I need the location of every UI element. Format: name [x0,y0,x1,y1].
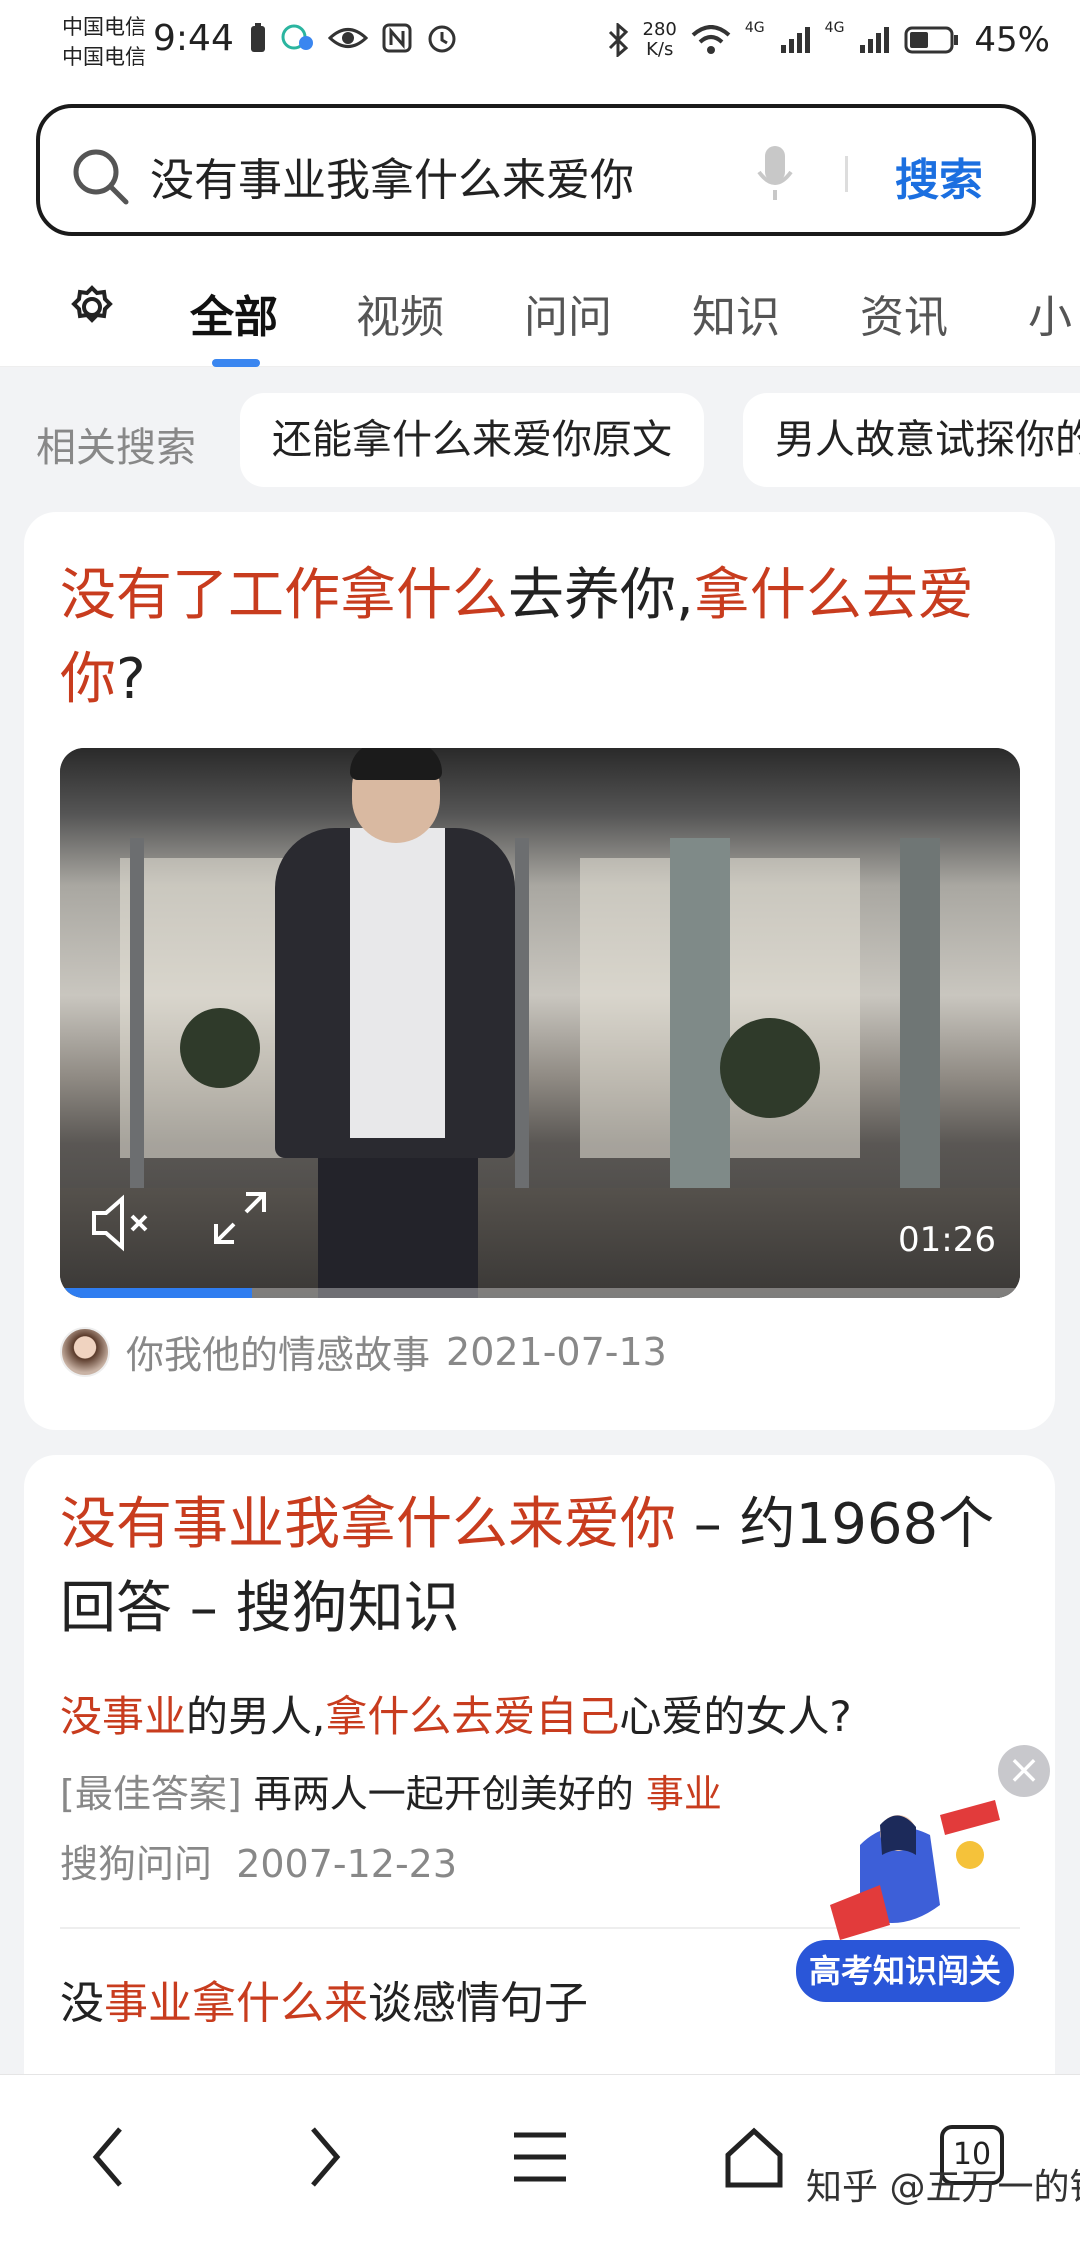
forward-icon[interactable] [305,2125,345,2189]
promo-widget[interactable]: × 高考知识闯关 [790,1745,1050,2005]
signal-2-icon [860,27,890,53]
search-button[interactable]: 搜索 [895,144,983,208]
search-input[interactable]: 没有事业我拿什么来爱你 [150,144,634,208]
search-header: 没有事业我拿什么来爱你 搜索 [0,90,1080,255]
clock: 9:44 [153,18,234,59]
person [350,828,445,1138]
search-box[interactable]: 没有事业我拿什么来爱你 搜索 [36,104,1036,236]
source-name[interactable]: 你我他的情感故事 [126,1324,430,1379]
gear-icon[interactable] [70,285,114,329]
status-right: 280 K/s 4G 4G 45% [607,20,1050,60]
tab-news[interactable]: 资讯 [860,281,948,345]
eye-icon [328,28,368,48]
speed-value: 280 [642,19,677,40]
pillar [130,838,144,1188]
battery-percent: 45% [974,20,1050,60]
signal-1-icon [780,27,810,53]
plain-text: 心爱的女人? [619,1692,852,1741]
video-duration: 01:26 [898,1220,996,1260]
highlight-text: 没事业 [60,1692,187,1741]
highlight-text: 没有了工作拿什么 [60,563,508,628]
promo-button[interactable]: 高考知识闯关 [796,1940,1014,2002]
plant [720,1018,820,1118]
answer-text: 再两人一起开创美好的 [241,1772,646,1816]
pillar [515,838,529,1188]
glass-panel [120,858,290,1158]
tab-more[interactable]: 小 [1028,281,1072,345]
search-icon [73,149,129,205]
person [318,1138,478,1298]
highlight-text: 事业拿什么来 [104,1978,368,2029]
back-icon[interactable] [88,2125,128,2189]
close-icon[interactable]: × [998,1745,1050,1797]
microphone-icon[interactable] [755,144,795,204]
result-title[interactable]: 没有了工作拿什么去养你,拿什么去爱你? [60,554,1010,722]
person [350,748,442,780]
active-tab-indicator [212,359,260,367]
plain-text: 的男人, [186,1692,326,1741]
plain-text: 去养你, [508,563,694,628]
net-type-2: 4G [824,20,845,36]
result-title[interactable]: 没有事业我拿什么来爱你 – 约1968个回答 – 搜狗知识 [60,1483,1010,1651]
carrier-label: 中国电信 中国电信 [62,12,146,72]
watermark: 知乎 @五万一的错 [806,2167,1080,2208]
video-progress-fill [60,1288,252,1298]
fullscreen-icon[interactable] [210,1188,270,1248]
source-date: 2021-07-13 [446,1329,667,1374]
source-date: 2007-12-23 [236,1842,458,1886]
highlight-text: 没有事业我拿什么来爱你 [60,1492,676,1557]
net-speed: 280 K/s [643,20,677,60]
bluetooth-icon [608,23,628,57]
tab-knowledge[interactable]: 知识 [692,281,780,345]
sub-result-title[interactable]: 没事业拿什么来谈感情句子 [60,1967,588,2031]
net-type-1: 4G [744,20,765,36]
plain-text: ? [116,647,146,712]
question-text[interactable]: 没事业的男人,拿什么去爱自己心爱的女人? [60,1683,852,1744]
mute-icon[interactable] [86,1188,156,1258]
tab-video[interactable]: 视频 [356,281,444,345]
alarm-icon [428,25,456,53]
battery-saver-icon [251,23,265,52]
answer-highlight: 事业 [645,1772,722,1816]
pillar [670,838,730,1188]
status-bar: 中国电信 中国电信 9:44 280 K/s 4G 4G 45% [0,0,1080,90]
video-player[interactable]: 01:26 [60,748,1020,1298]
status-icons [250,22,458,54]
related-chip[interactable]: 还能拿什么来爱你原文 [240,393,704,487]
search-divider [845,156,848,192]
category-tabs: 全部 视频 问问 知识 资讯 小 [0,255,1080,367]
related-label: 相关搜索 [36,425,196,471]
home-icon[interactable] [722,2125,786,2189]
answer-prefix: [最佳答案] [60,1772,242,1816]
plain-text: 没 [60,1978,104,2029]
best-answer: [最佳答案] 再两人一起开创美好的 事业 [60,1763,722,1818]
source-name: 搜狗问问 [60,1842,213,1886]
battery-icon [904,26,959,54]
related-chip[interactable]: 男人故意试探你的 [743,393,1080,487]
menu-icon[interactable] [510,2125,570,2189]
nfc-icon [382,23,412,53]
student-reading-illustration [830,1800,1000,1940]
highlight-text: 拿什么去爱自己 [325,1692,620,1741]
result-meta: 搜狗问问 2007-12-23 [60,1833,457,1888]
video-progress-bar[interactable] [60,1288,1020,1298]
carrier-1: 中国电信 [62,15,146,39]
wifi-icon [691,25,731,54]
speed-unit: K/s [646,39,674,60]
tab-wenwen[interactable]: 问问 [524,281,612,345]
avatar [60,1326,110,1377]
result-source: 你我他的情感故事 2021-07-13 [60,1324,667,1379]
carrier-2: 中国电信 [62,45,146,69]
chat-icon [281,24,313,50]
result-card-video[interactable]: 没有了工作拿什么去养你,拿什么去爱你? 01:26 你我他的情感故事 2021-… [24,512,1055,1430]
pillar [900,838,940,1188]
related-searches: 相关搜索 还能拿什么来爱你原文 男人故意试探你的 [0,367,1080,507]
floor [60,1188,1020,1298]
tab-all[interactable]: 全部 [190,281,278,345]
plant [180,1008,260,1088]
plain-text: 谈感情句子 [368,1978,588,2029]
